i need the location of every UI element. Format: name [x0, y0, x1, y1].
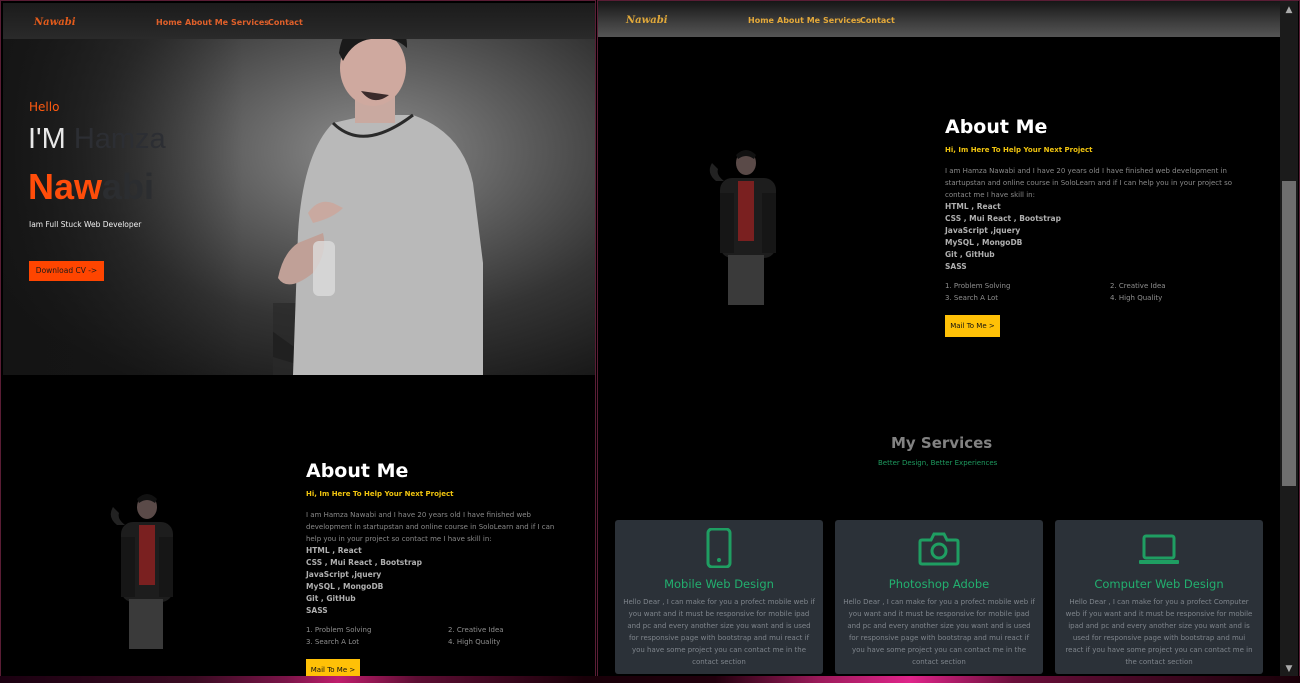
about-body: I am Hamza Nawabi and I have 20 years ol… — [306, 511, 555, 543]
scrollbar-thumb[interactable] — [1282, 181, 1296, 486]
service-card-text: Hello Dear , I can make for you a profec… — [623, 598, 815, 666]
skill-item: Git , GitHub — [306, 594, 356, 603]
service-card-title: Computer Web Design — [1094, 577, 1224, 591]
desktop-frame: Hello I'M Hamza Nawabi Iam Full Stuck We… — [0, 0, 1300, 683]
right-navbar: Nawabi Home About Me Services Contact — [598, 1, 1281, 37]
laptop-icon — [1055, 528, 1263, 568]
about-list-item: 1. Problem Solving — [306, 626, 372, 634]
right-browser-window: Nawabi Home About Me Services Contact Ab… — [597, 0, 1300, 680]
skill-item: SASS — [945, 262, 967, 271]
service-card-photoshop[interactable]: Photoshop Adobe Hello Dear , I can make … — [835, 520, 1043, 674]
about-subtitle: Hi, Im Here To Help Your Next Project — [945, 146, 1093, 154]
hero-section: Hello I'M Hamza Nawabi Iam Full Stuck We… — [3, 3, 595, 375]
hero-last-name-b: abi — [102, 166, 155, 207]
skill-item: MySQL , MongoDB — [306, 582, 384, 591]
about-list-item: 2. Creative Idea — [448, 626, 504, 634]
skill-item: CSS , Mui React , Bootstrap — [306, 558, 422, 567]
scroll-up-icon[interactable]: ▲ — [1284, 5, 1294, 15]
about-list-item: 3. Search A Lot — [945, 294, 998, 302]
skill-item: JavaScript ,jquery — [306, 570, 382, 579]
about-subtitle: Hi, Im Here To Help Your Next Project — [306, 490, 454, 498]
nav-services[interactable]: Services — [823, 16, 861, 25]
skill-item: Git , GitHub — [945, 250, 995, 259]
left-navbar: Nawabi Home About Me Services Contact — [3, 3, 595, 39]
hero-subtitle: Iam Full Stuck Web Developer — [29, 220, 142, 229]
hero-last-name: Nawabi — [28, 166, 154, 208]
nav-contact[interactable]: Contact — [268, 18, 303, 27]
service-card-mobile[interactable]: Mobile Web Design Hello Dear , I can mak… — [615, 520, 823, 674]
skill-item: SASS — [306, 606, 328, 615]
service-card-title: Mobile Web Design — [664, 577, 774, 591]
nav-home[interactable]: Home — [156, 18, 182, 27]
services-subtitle: Better Design, Better Experiences — [878, 459, 998, 467]
skill-item: HTML , React — [306, 546, 362, 555]
hero-im-prefix: I'M — [28, 123, 74, 155]
about-list-item: 3. Search A Lot — [306, 638, 359, 646]
skill-item: JavaScript ,jquery — [945, 226, 1021, 235]
skill-item: HTML , React — [945, 202, 1001, 211]
services-title: My Services — [891, 434, 993, 452]
vertical-scrollbar[interactable]: ▲ ▼ — [1280, 1, 1298, 679]
mail-to-me-button[interactable]: Mail To Me > — [945, 315, 1000, 337]
skill-item: CSS , Mui React , Bootstrap — [945, 214, 1061, 223]
about-list-item: 4. High Quality — [1110, 294, 1163, 302]
about-photo — [698, 143, 798, 308]
service-card-text: Hello Dear , I can make for you a profec… — [1065, 598, 1253, 666]
nav-services[interactable]: Services — [231, 18, 269, 27]
download-cv-button[interactable]: Download CV -> — [29, 261, 104, 281]
brand-logo[interactable]: Nawabi — [34, 17, 76, 28]
about-body: I am Hamza Nawabi and I have 20 years ol… — [945, 167, 1233, 199]
hero-im-line: I'M Hamza — [28, 123, 166, 156]
about-photo — [99, 487, 194, 652]
brand-logo[interactable]: Nawabi — [626, 15, 668, 26]
nav-home[interactable]: Home — [748, 16, 774, 25]
camera-icon — [835, 528, 1043, 568]
about-list-item: 1. Problem Solving — [945, 282, 1011, 290]
hero-last-name-a: Naw — [28, 166, 103, 207]
service-card-text: Hello Dear , I can make for you a profec… — [843, 598, 1035, 666]
mobile-phone-icon — [615, 528, 823, 568]
nav-about-me[interactable]: About Me — [185, 18, 228, 27]
scroll-down-icon[interactable]: ▼ — [1284, 664, 1294, 674]
service-card-title: Photoshop Adobe — [888, 577, 990, 591]
desktop-background-strip — [0, 676, 1300, 683]
left-browser-window: Hello I'M Hamza Nawabi Iam Full Stuck We… — [0, 0, 596, 680]
hero-greeting: Hello — [29, 100, 60, 114]
skill-item: MySQL , MongoDB — [945, 238, 1023, 247]
hero-first-name: Hamza — [73, 123, 166, 155]
about-title: About Me — [945, 116, 1048, 138]
about-list-item: 4. High Quality — [448, 638, 501, 646]
nav-contact[interactable]: Contact — [860, 16, 895, 25]
service-card-computer[interactable]: Computer Web Design Hello Dear , I can m… — [1055, 520, 1263, 674]
nav-about-me[interactable]: About Me — [777, 16, 820, 25]
about-skills: HTML , React CSS , Mui React , Bootstrap… — [306, 545, 422, 617]
hero-person-photo — [273, 17, 483, 375]
about-title: About Me — [306, 460, 409, 482]
about-list-item: 2. Creative Idea — [1110, 282, 1166, 290]
about-skills: HTML , React CSS , Mui React , Bootstrap… — [945, 201, 1061, 273]
